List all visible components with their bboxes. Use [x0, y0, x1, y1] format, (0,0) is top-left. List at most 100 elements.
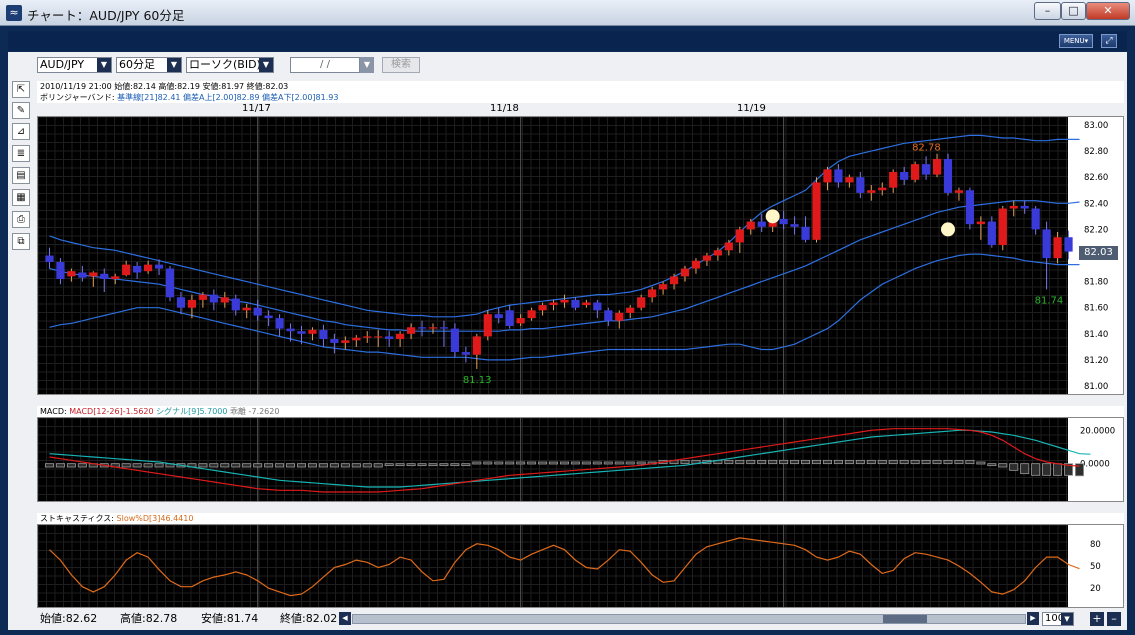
calendar-dropdown-icon[interactable]: ▼: [360, 57, 374, 73]
candle-body: [549, 302, 558, 306]
date-input[interactable]: / /: [290, 57, 360, 73]
macd-histogram-bar: [1009, 463, 1019, 471]
price-chart[interactable]: 83.0082.8082.6082.4082.2082.0081.8081.60…: [37, 116, 1124, 395]
macd-histogram-bar: [275, 463, 285, 468]
macd-histogram-bar: [811, 459, 822, 465]
macd-histogram-bar: [44, 463, 54, 468]
signal-value: シグナル[9]5.7000: [156, 407, 228, 416]
candle-body: [428, 327, 438, 329]
pair-value: AUD/JPY: [40, 58, 85, 71]
macd-histogram-bar: [724, 459, 734, 465]
candle-body: [45, 255, 54, 263]
macd-histogram-bar: [757, 459, 767, 465]
stoch-chart[interactable]: 80 50 20: [37, 524, 1124, 608]
pen-tool-icon[interactable]: ✎: [12, 102, 30, 119]
low-annotation: 81.13: [463, 375, 492, 386]
expand-icon[interactable]: ⤢: [1101, 34, 1117, 48]
candle-body: [1042, 229, 1051, 259]
macd-histogram-bar: [472, 461, 482, 465]
zoom-in-button[interactable]: +: [1090, 612, 1104, 626]
chevron-down-icon: ▼: [97, 58, 111, 72]
status-bar: 始値:82.62 高値:82.78 安値:81.74 終値:82.02 ◀ ▶ …: [37, 610, 1124, 628]
candle-body: [209, 294, 218, 303]
macd-histogram-bar: [231, 463, 241, 468]
zoom-out-button[interactable]: –: [1107, 612, 1121, 626]
candle-body: [538, 305, 547, 311]
bb-upper: 偏差A上[2.00]82.89: [183, 93, 260, 102]
timeframe-select[interactable]: 60分足 ▼: [116, 57, 182, 73]
macd-histogram-bar: [888, 459, 898, 465]
candle-body: [264, 315, 273, 319]
status-close: 終値:82.02: [280, 612, 338, 625]
candle-body: [998, 208, 1007, 246]
candle-body: [1064, 237, 1073, 252]
macd-histogram-bar: [55, 463, 65, 468]
candle-body: [735, 229, 744, 243]
macd-histogram-bar: [680, 459, 690, 465]
chart-type-select[interactable]: ローソク(BID) ▼: [186, 57, 274, 73]
macd-histogram-bar: [143, 463, 153, 468]
candle-body: [921, 164, 931, 175]
indicator-tool-icon[interactable]: ≣: [12, 145, 30, 162]
chevron-down-icon: ▼: [1061, 613, 1073, 625]
scroll-left-button[interactable]: ◀: [339, 612, 351, 625]
macd-info: MACD: MACD[12-26]-1.5620 シグナル[9]5.7000 乖…: [37, 406, 1124, 417]
macd-histogram-bar: [494, 461, 504, 465]
macd-histogram-bar: [296, 463, 307, 468]
macd-histogram-bar: [877, 459, 887, 465]
scrollbar-thumb[interactable]: [883, 615, 927, 623]
copy-icon[interactable]: ⧉: [12, 233, 30, 250]
scroll-right-button[interactable]: ▶: [1027, 612, 1039, 625]
candle-body: [987, 221, 996, 246]
settings-tool-icon[interactable]: ▦: [12, 189, 30, 206]
candle-body: [834, 169, 843, 183]
macd-histogram-bar: [735, 459, 745, 465]
print-icon[interactable]: ⎙: [12, 211, 30, 228]
candle-body: [385, 336, 394, 340]
macd-histogram-bar: [965, 459, 975, 465]
candle-body: [1053, 237, 1062, 259]
macd-histogram-bar: [910, 459, 920, 465]
price-tick-label: 82.80: [1084, 147, 1108, 157]
candle-body: [965, 190, 975, 225]
macd-histogram-bar: [932, 459, 942, 465]
bar-count-select[interactable]: 100 ▼: [1042, 612, 1074, 626]
pair-select[interactable]: AUD/JPY ▼: [37, 57, 112, 73]
date-label: 11/18: [490, 103, 519, 114]
macd-chart[interactable]: 20.0000 0.0000: [37, 417, 1124, 502]
macd-histogram-bar: [899, 459, 909, 465]
high-annotation: 82.78: [912, 143, 941, 154]
macd-histogram-bar: [198, 463, 208, 468]
candle-body: [932, 158, 942, 175]
candle-body: [527, 310, 536, 319]
cursor-tool-icon[interactable]: ⇱: [12, 81, 30, 98]
trendline-tool-icon[interactable]: ⊿: [12, 123, 30, 140]
layout-tool-icon[interactable]: ▤: [12, 167, 30, 184]
menu-button[interactable]: MENU▾: [1059, 34, 1093, 48]
candle-body: [231, 298, 240, 311]
search-button[interactable]: 検索: [382, 57, 420, 73]
macd-histogram-bar: [998, 463, 1008, 468]
app-icon: ≈: [6, 5, 22, 21]
candle-body: [275, 318, 284, 329]
close-button[interactable]: ✕: [1086, 2, 1130, 20]
candle-body: [615, 312, 624, 321]
date-label: 11/17: [242, 103, 271, 114]
candle-body: [900, 171, 909, 180]
maximize-button[interactable]: □: [1061, 2, 1086, 20]
candle-body: [187, 299, 197, 308]
price-tick-label: 82.40: [1084, 199, 1108, 209]
macd-histogram-bar: [286, 463, 296, 468]
candle-body: [648, 289, 657, 298]
minimize-button[interactable]: –: [1034, 2, 1061, 20]
scrollbar-track[interactable]: [352, 614, 1026, 624]
macd-histogram-bar: [132, 463, 142, 468]
macd-histogram-bar: [954, 459, 964, 465]
candle-body: [176, 297, 186, 308]
macd-histogram-bar: [253, 463, 263, 468]
stoch-label: ストキャスティクス:: [40, 514, 114, 523]
window-title: チャート：AUD/JPY 60分足: [27, 8, 185, 23]
chart-window: ≈ チャート：AUD/JPY 60分足 – □ ✕ MENU▾ ⤢ AUD/JP…: [0, 0, 1135, 635]
macd-histogram-bar: [384, 463, 394, 467]
event-marker: [940, 222, 955, 237]
